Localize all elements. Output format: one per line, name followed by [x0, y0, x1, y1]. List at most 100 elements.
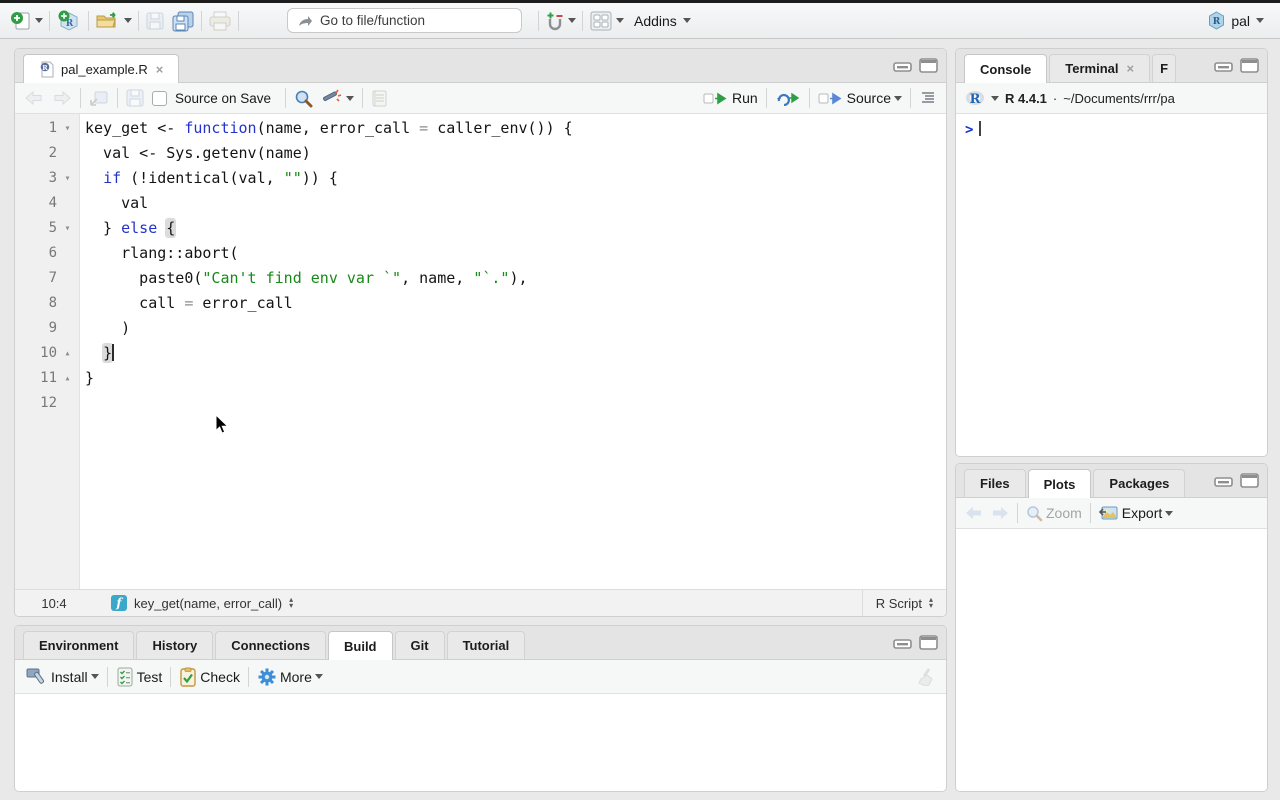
new-project-button[interactable]: R — [56, 9, 82, 33]
fold-up-icon[interactable]: ▴ — [57, 366, 78, 391]
tab-history[interactable]: History — [136, 631, 213, 659]
open-file-caret[interactable] — [124, 18, 132, 23]
source-on-save-checkbox[interactable] — [152, 91, 167, 106]
code-line[interactable]: 2 val <- Sys.getenv(name) — [15, 141, 946, 166]
tab-connections[interactable]: Connections — [215, 631, 326, 659]
save-doc-button[interactable] — [126, 89, 144, 107]
cursor-position: 10:4 — [15, 596, 93, 611]
toolbar-divider — [582, 11, 583, 31]
rerun-button[interactable] — [775, 90, 801, 106]
source-caret[interactable] — [894, 96, 902, 101]
console-output[interactable]: > — [956, 114, 1267, 456]
files-plots-pane: Files Plots Packages Zoom Export — [955, 463, 1268, 792]
r-version-caret[interactable] — [991, 96, 999, 101]
check-button[interactable]: Check — [179, 667, 240, 687]
code-line[interactable]: 4 val — [15, 191, 946, 216]
minimize-pane-icon[interactable] — [1214, 59, 1233, 72]
install-caret[interactable] — [91, 674, 99, 679]
new-file-caret[interactable] — [35, 18, 43, 23]
code-line[interactable]: 9 ) — [15, 316, 946, 341]
clear-broom-icon[interactable] — [915, 667, 937, 687]
compile-report-button[interactable] — [371, 89, 388, 108]
tab-git[interactable]: Git — [395, 631, 445, 659]
tab-packages[interactable]: Packages — [1093, 469, 1185, 497]
maximize-pane-icon[interactable] — [919, 635, 938, 650]
plots-content — [956, 529, 1267, 791]
document-outline-button[interactable] — [919, 91, 937, 105]
tab-terminal[interactable]: Terminal × — [1049, 54, 1150, 82]
editor-tab-pal-example[interactable]: R pal_example.R × — [23, 54, 179, 83]
fold-up-icon[interactable]: ▴ — [57, 341, 78, 366]
source-button[interactable]: Source — [818, 90, 902, 106]
minimize-pane-icon[interactable] — [893, 636, 912, 649]
save-all-button[interactable] — [171, 10, 195, 32]
code-line[interactable]: 8 call = error_call — [15, 291, 946, 316]
run-button[interactable]: Run — [703, 90, 758, 106]
more-caret[interactable] — [315, 674, 323, 679]
code-line[interactable]: 6 rlang::abort( — [15, 241, 946, 266]
function-scope-selector[interactable]: f key_get(name, error_call) ▴▾ — [93, 595, 293, 611]
plot-export-button[interactable]: Export — [1099, 505, 1173, 521]
panes-caret[interactable] — [616, 18, 624, 23]
project-menu-button[interactable]: R pal — [1208, 11, 1270, 30]
print-button[interactable] — [208, 11, 232, 31]
maximize-pane-icon[interactable] — [1240, 58, 1259, 73]
maximize-pane-icon[interactable] — [919, 58, 938, 73]
tab-background-jobs[interactable]: F — [1152, 54, 1176, 82]
r-logo-icon: R — [965, 90, 985, 106]
terminal-close-icon[interactable]: × — [1127, 55, 1135, 82]
minimize-pane-icon[interactable] — [893, 59, 912, 72]
addins-button[interactable]: Addins — [630, 13, 695, 29]
tab-environment[interactable]: Environment — [23, 631, 134, 659]
back-button[interactable] — [24, 90, 44, 106]
open-file-button[interactable] — [95, 11, 132, 31]
build-tabstrip: Environment History Connections Build Gi… — [15, 626, 946, 660]
tab-files[interactable]: Files — [964, 469, 1026, 497]
code-tools-button[interactable] — [321, 89, 354, 108]
fold-down-icon[interactable]: ▾ — [57, 116, 78, 141]
tab-git-label: Git — [411, 632, 429, 659]
check-label: Check — [200, 669, 240, 685]
tab-plots[interactable]: Plots — [1028, 469, 1092, 498]
plot-zoom-button[interactable]: Zoom — [1026, 505, 1082, 522]
fold-down-icon[interactable]: ▾ — [57, 166, 78, 191]
code-line[interactable]: 12 — [15, 391, 946, 416]
save-button[interactable] — [145, 11, 165, 31]
code-line[interactable]: 10▴ } — [15, 341, 946, 366]
fold-down-icon[interactable]: ▾ — [57, 216, 78, 241]
goto-file-input[interactable]: Go to file/function — [287, 8, 522, 33]
forward-button[interactable] — [52, 90, 72, 106]
plot-back-button[interactable] — [965, 506, 983, 520]
more-build-button[interactable]: More — [257, 667, 323, 687]
tab-close-icon[interactable]: × — [156, 56, 164, 83]
check-clipboard-icon — [179, 667, 197, 687]
test-button[interactable]: Test — [116, 667, 163, 687]
new-file-button[interactable] — [10, 10, 43, 32]
version-control-button[interactable] — [545, 10, 576, 32]
code-tools-caret — [346, 96, 354, 101]
code-line[interactable]: 7 paste0("Can't find env var `", name, "… — [15, 266, 946, 291]
workspace-panes-button[interactable] — [589, 10, 624, 32]
tab-console[interactable]: Console — [964, 54, 1047, 83]
tab-plots-label: Plots — [1044, 471, 1076, 498]
find-replace-button[interactable] — [294, 89, 313, 108]
code-editor[interactable]: 1▾key_get <- function(name, error_call =… — [15, 114, 946, 589]
doc-type-selector[interactable]: R Script ▴▾ — [862, 590, 946, 616]
code-lines: 1▾key_get <- function(name, error_call =… — [15, 116, 946, 416]
working-directory[interactable]: ~/Documents/rrr/pa — [1063, 91, 1175, 106]
toolbar-divider — [201, 11, 202, 31]
code-line[interactable]: 1▾key_get <- function(name, error_call =… — [15, 116, 946, 141]
version-control-caret[interactable] — [568, 18, 576, 23]
popout-window-button[interactable] — [89, 90, 109, 107]
tab-tutorial[interactable]: Tutorial — [447, 631, 526, 659]
minimize-pane-icon[interactable] — [1214, 474, 1233, 487]
tab-build[interactable]: Build — [328, 631, 393, 660]
code-line[interactable]: 11▴} — [15, 366, 946, 391]
install-button[interactable]: Install — [24, 666, 99, 688]
maximize-pane-icon[interactable] — [1240, 473, 1259, 488]
plot-forward-button[interactable] — [991, 506, 1009, 520]
code-line[interactable]: 5▾ } else { — [15, 216, 946, 241]
tab-files-label: Files — [980, 470, 1010, 497]
toolbar-divider — [80, 88, 81, 108]
code-line[interactable]: 3▾ if (!identical(val, "")) { — [15, 166, 946, 191]
